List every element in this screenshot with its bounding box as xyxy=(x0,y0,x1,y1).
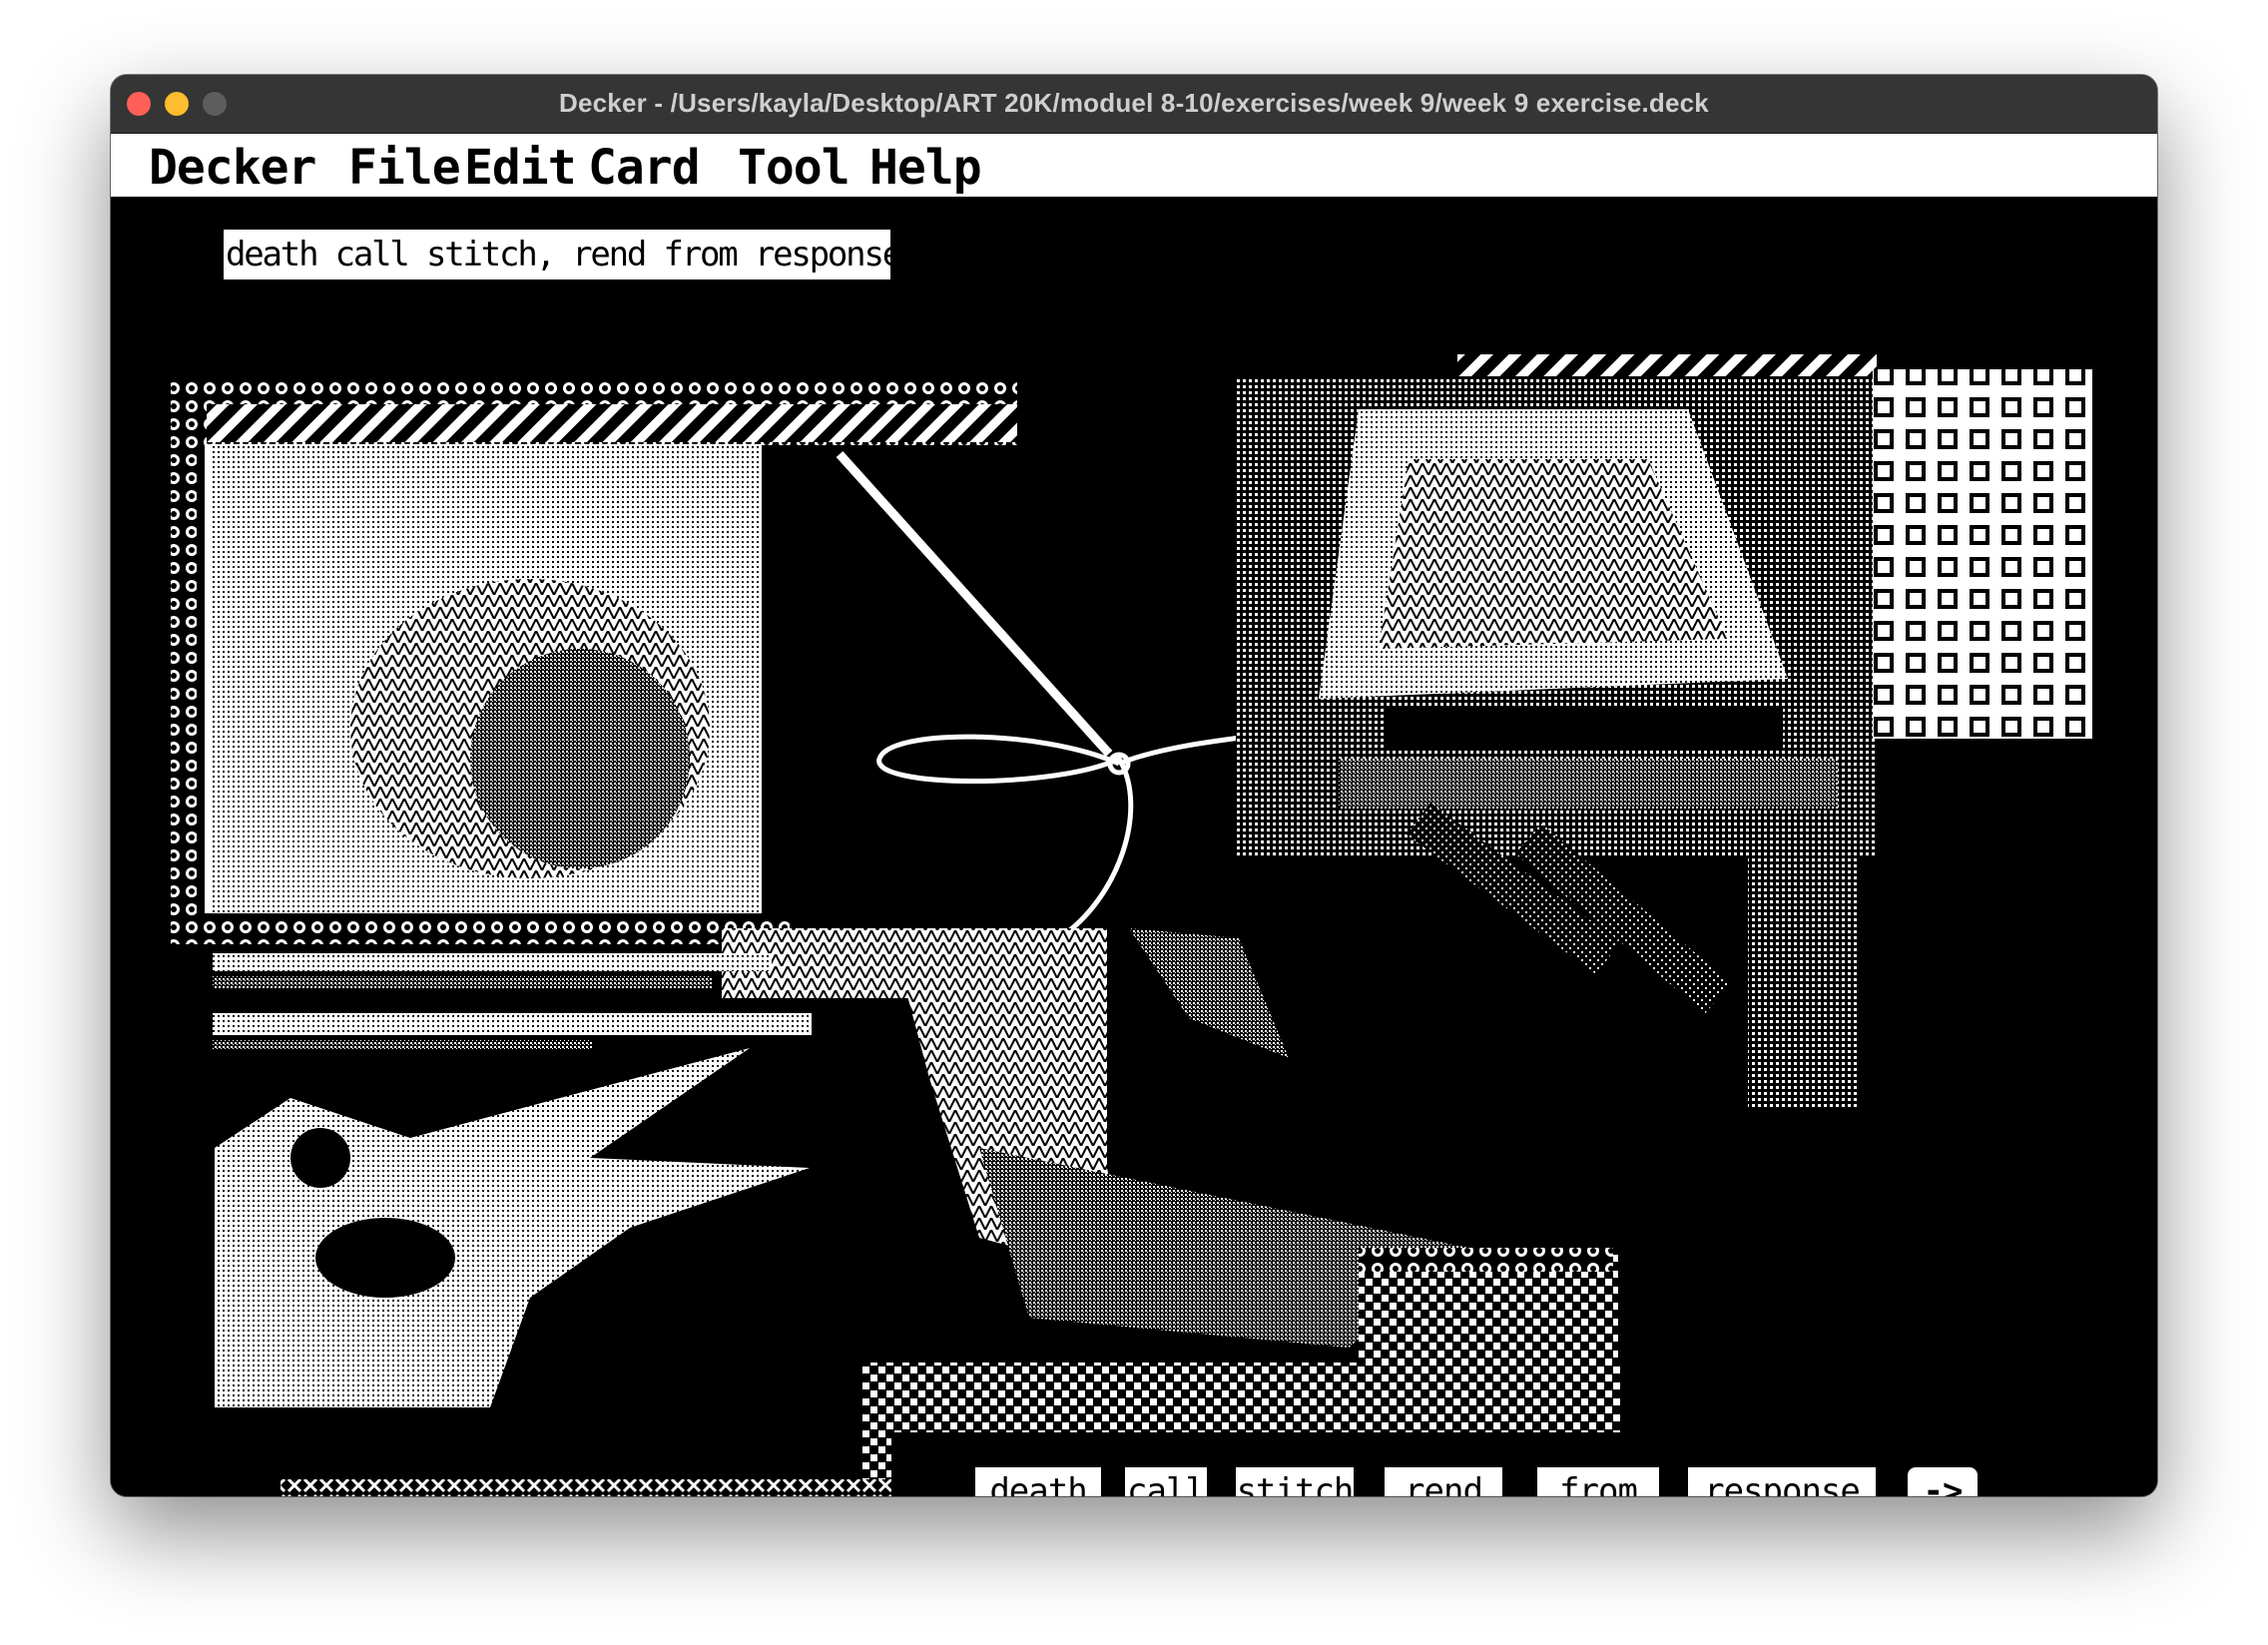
word-button-stitch[interactable]: stitch xyxy=(1236,1467,1354,1496)
window-title: Decker - /Users/kayla/Desktop/ART 20K/mo… xyxy=(559,88,1709,118)
checker-strip xyxy=(861,1363,1620,1432)
next-card-button[interactable]: -> xyxy=(1908,1467,1978,1496)
glitch-line-2 xyxy=(213,1013,812,1035)
glitch-line-1 xyxy=(213,953,772,971)
bottom-frame-border xyxy=(171,916,790,944)
menu-card[interactable]: Card xyxy=(588,140,701,196)
xs-border xyxy=(281,1479,891,1496)
caption-field[interactable]: death call stitch, rend from response xyxy=(224,230,902,279)
grid-panel xyxy=(1873,369,2092,739)
word-button-rend[interactable]: rend xyxy=(1385,1467,1502,1496)
word-button-response[interactable]: response xyxy=(1688,1467,1876,1496)
thread xyxy=(876,734,1134,941)
left-frame-border xyxy=(171,379,197,944)
menu-tool[interactable]: Tool xyxy=(738,140,850,196)
word-button-from[interactable]: from xyxy=(1537,1467,1659,1496)
collage-artwork xyxy=(171,354,2092,1496)
photo-hand xyxy=(215,1048,810,1407)
word-button-death[interactable]: death xyxy=(975,1467,1101,1496)
app-window: Decker - /Users/kayla/Desktop/ART 20K/mo… xyxy=(111,75,2157,1496)
menu-file[interactable]: File xyxy=(348,140,461,196)
stripe-band xyxy=(207,404,1017,442)
top-right-stripe xyxy=(1457,354,1877,376)
menu-help[interactable]: Help xyxy=(869,140,982,196)
word-button-call[interactable]: call xyxy=(1125,1467,1207,1496)
title-bar: Decker - /Users/kayla/Desktop/ART 20K/mo… xyxy=(111,75,2157,134)
needle xyxy=(836,450,1113,758)
menu-bar: Decker File Edit Card Tool Help xyxy=(111,134,2157,200)
card-canvas: death call stitch, rend from response de… xyxy=(111,200,2157,1496)
menu-decker[interactable]: Decker xyxy=(149,140,316,196)
menu-edit[interactable]: Edit xyxy=(464,140,577,196)
